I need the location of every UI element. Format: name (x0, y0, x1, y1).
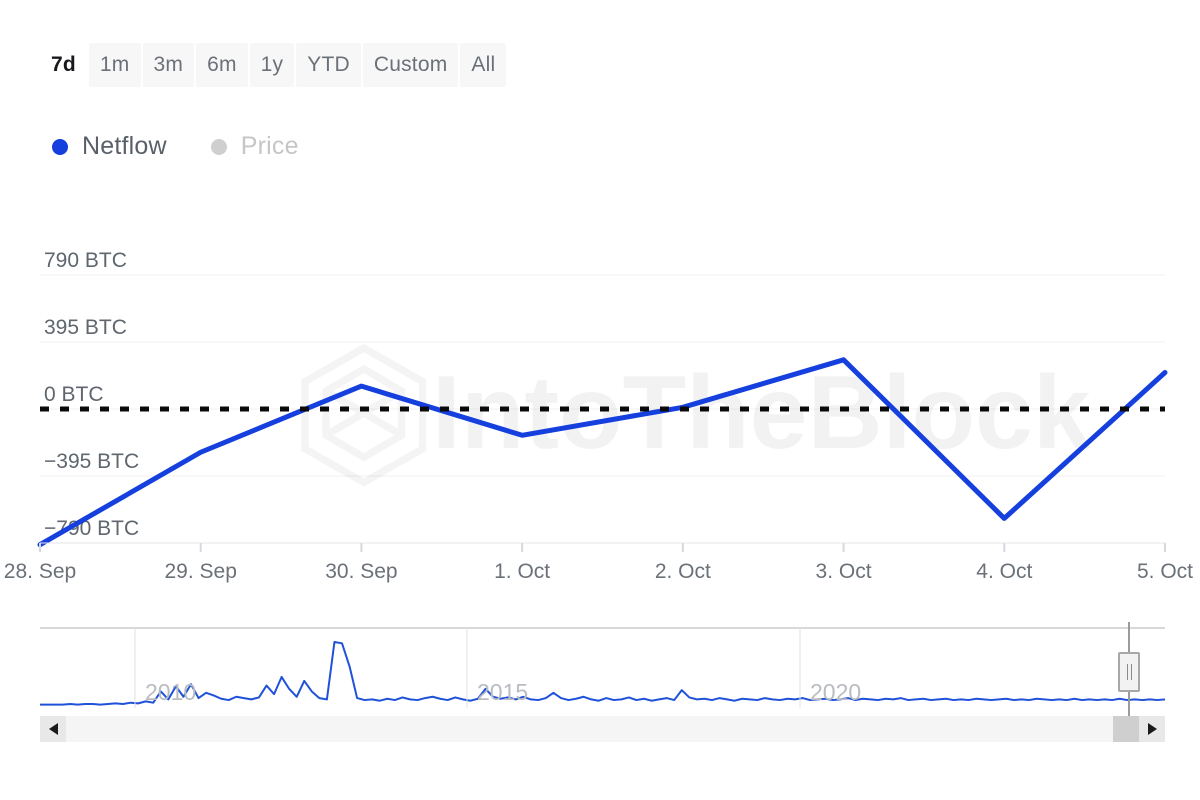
range-selector: 7d1m3m6m1yYTDCustomAll (40, 43, 506, 87)
y-axis-labels: 790 BTC 395 BTC 0 BTC −395 BTC −790 BTC (44, 249, 139, 540)
x-axis-tick-label: 30. Sep (325, 560, 397, 583)
x-axis-tick-label: 4. Oct (976, 560, 1032, 583)
chart-legend: Netflow Price (52, 132, 299, 161)
watermark-label: IntoTheBlock (432, 355, 1091, 471)
handle-grip-line (1131, 664, 1132, 680)
x-axis-tick-label: 28. Sep (4, 560, 76, 583)
y-axis-tick-label: −790 BTC (44, 517, 139, 540)
scrollbar-thumb[interactable] (1113, 716, 1139, 742)
navigator-minichart[interactable]: 2010 2015 2020 (40, 622, 1165, 716)
legend-label: Price (241, 132, 299, 161)
range-button-3m[interactable]: 3m (143, 43, 195, 87)
x-axis-tick-label: 29. Sep (165, 560, 237, 583)
x-axis-tick-label: 3. Oct (816, 560, 872, 583)
chart-gridlines (40, 275, 1165, 543)
navigator-year-label: 2015 (477, 679, 528, 705)
scrollbar-track[interactable] (40, 716, 1165, 742)
x-axis-tick-label: 5. Oct (1137, 560, 1193, 583)
y-axis-tick-label: 395 BTC (44, 316, 127, 339)
y-axis-tick-label: 790 BTC (44, 249, 127, 272)
legend-dot-icon (52, 139, 68, 155)
arrow-left-icon (49, 723, 58, 735)
netflow-series-line (40, 360, 1165, 545)
navigator-year-label: 2020 (810, 679, 861, 705)
navigator-year-label: 2010 (145, 679, 196, 705)
navigator-scrollbar[interactable] (40, 716, 1165, 742)
legend-label: Netflow (82, 132, 167, 161)
scroll-left-button[interactable] (40, 716, 66, 742)
range-button-all[interactable]: All (460, 43, 506, 87)
legend-item-price[interactable]: Price (211, 132, 299, 161)
arrow-right-icon (1148, 723, 1157, 735)
handle-grip-line (1127, 664, 1128, 680)
x-axis-tick-label: 1. Oct (494, 560, 550, 583)
y-axis-tick-label: −395 BTC (44, 450, 139, 473)
range-button-1y[interactable]: 1y (250, 43, 295, 87)
legend-dot-icon (211, 139, 227, 155)
scroll-right-button[interactable] (1139, 716, 1165, 742)
navigator-series-line (40, 642, 1165, 705)
x-axis: 28. Sep 29. Sep 30. Sep 1. Oct 2. Oct 3. Oct 4… (4, 543, 1193, 583)
range-button-ytd[interactable]: YTD (296, 43, 361, 87)
range-button-6m[interactable]: 6m (196, 43, 248, 87)
x-axis-tick-label: 2. Oct (655, 560, 711, 583)
navigator-right-handle[interactable] (1118, 652, 1140, 692)
netflow-chart: 790 BTC 395 BTC 0 BTC −395 BTC −790 BTC Into… (0, 0, 1200, 800)
chart-watermark: IntoTheBlock (305, 348, 1091, 482)
range-button-custom[interactable]: Custom (363, 43, 459, 87)
range-button-1m[interactable]: 1m (89, 43, 141, 87)
range-button-7d[interactable]: 7d (40, 43, 87, 87)
legend-item-netflow[interactable]: Netflow (52, 132, 167, 161)
y-axis-tick-label: 0 BTC (44, 383, 104, 406)
